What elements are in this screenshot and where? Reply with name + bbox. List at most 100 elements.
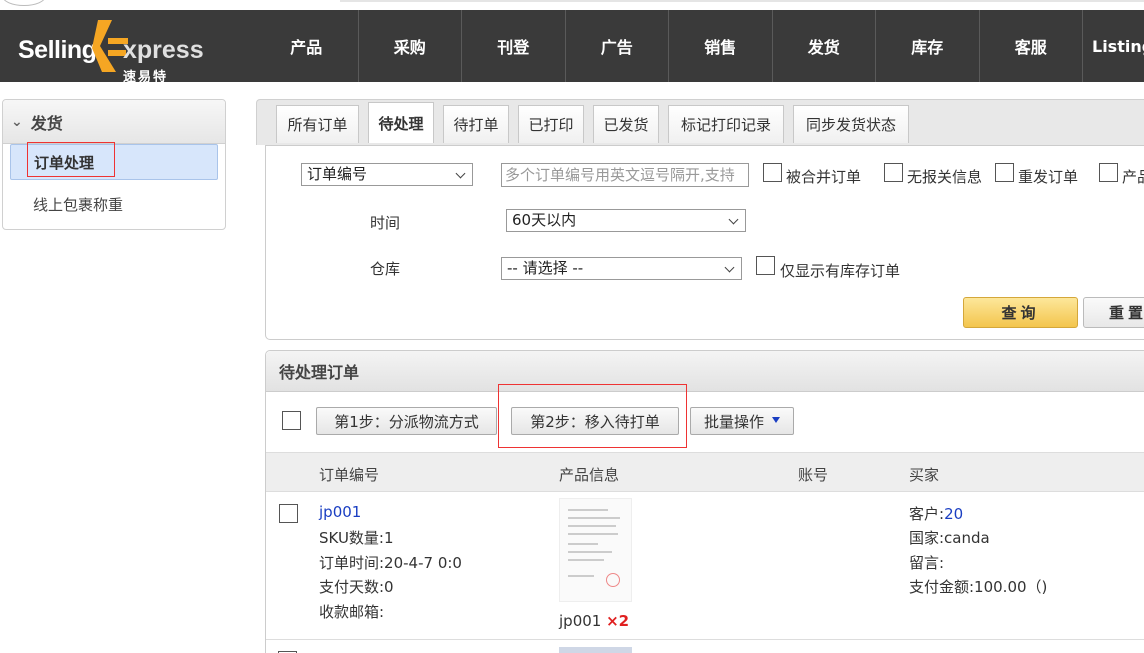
warehouse-select-value: -- 请选择 -- — [507, 259, 584, 277]
sidebar-item-label: 线上包裹称重 — [33, 195, 124, 214]
nav-item-customer-service[interactable]: 客服 — [980, 10, 1083, 82]
product-image[interactable] — [559, 647, 632, 653]
product-image-detail — [568, 525, 616, 527]
tab-pending[interactable]: 待处理 — [368, 102, 434, 143]
select-all-checkbox[interactable] — [282, 411, 301, 430]
payment-amount: 支付金额:100.00（) — [909, 578, 1048, 596]
nav-item-inventory[interactable]: 库存 — [876, 10, 980, 82]
tab-to-print[interactable]: 待打单 — [443, 105, 509, 143]
sidebar-section-shipping[interactable]: ⌄ 发货 — [3, 100, 225, 144]
product-image-detail — [568, 543, 598, 545]
browser-strip — [0, 0, 1144, 10]
tab-shipped[interactable]: 已发货 — [593, 105, 659, 143]
table-row: jp001 SKU数量:1 订单时间:20-4-7 0:0 支付天数:0 收款邮… — [266, 492, 1144, 640]
chevron-down-icon: ⌄ — [11, 113, 23, 130]
batch-actions-label: 批量操作 — [703, 412, 764, 431]
nav-item-shipping[interactable]: 发货 — [773, 10, 876, 82]
product-image-detail — [568, 575, 594, 577]
logo-subtitle: 速易特 — [123, 70, 169, 85]
warehouse-select[interactable]: -- 请选择 -- — [501, 257, 742, 280]
product-image-detail — [568, 509, 608, 511]
nav-item-listing[interactable]: Listing — [1083, 10, 1144, 82]
product-image-detail — [568, 551, 612, 553]
product-sku-text: jp001 — [559, 612, 602, 630]
no-customs-info-checkbox[interactable] — [884, 163, 903, 182]
product-label: 产品 — [1122, 168, 1144, 186]
product-image-stamp — [606, 573, 620, 587]
time-label: 时间 — [370, 214, 401, 232]
tab-mark-print-records[interactable]: 标记打印记录 — [668, 105, 784, 143]
pending-orders-title: 待处理订单 — [266, 351, 1144, 392]
merged-orders-checkbox[interactable] — [763, 163, 782, 182]
order-time: 订单时间:20-4-7 0:0 — [319, 554, 462, 572]
in-stock-only-label: 仅显示有库存订单 — [780, 262, 901, 280]
buyer-customer: 客户:20 — [909, 503, 963, 524]
assign-shipping-button[interactable]: 第1步：分派物流方式 — [316, 407, 497, 435]
orders-toolbar: 第1步：分派物流方式 第2步：移入待打单 批量操作 — [266, 384, 1144, 452]
nav-item-ads[interactable]: 广告 — [566, 10, 669, 82]
col-buyer: 买家 — [909, 466, 940, 484]
tab-printed[interactable]: 已打印 — [518, 105, 584, 143]
nav-item-sales[interactable]: 销售 — [669, 10, 773, 82]
order-field-select[interactable]: 订单编号 — [301, 163, 473, 186]
main-nav: 产品 采购 刊登 广告 销售 发货 库存 客服 Listing — [255, 10, 1144, 82]
query-button[interactable]: 查询 — [963, 297, 1078, 328]
row-checkbox[interactable] — [279, 504, 298, 523]
nav-item-listing-publish[interactable]: 刊登 — [462, 10, 566, 82]
col-order-number: 订单编号 — [319, 466, 380, 484]
col-account: 账号 — [798, 466, 829, 484]
chevron-down-icon — [455, 168, 466, 179]
filter-panel: 订单编号 多个订单编号用英文逗号隔开,支持 被合并订单 无报关信息 重发订单 产… — [265, 145, 1144, 340]
top-header: Selling xpress 速易特 产品 采购 刊登 广告 销售 发货 库存 … — [0, 10, 1144, 85]
resent-orders-label: 重发订单 — [1018, 168, 1079, 186]
tab-all-orders[interactable]: 所有订单 — [276, 105, 359, 143]
nav-item-products[interactable]: 产品 — [255, 10, 359, 82]
buyer-customer-link[interactable]: 20 — [944, 505, 963, 523]
browser-tab-edge — [2, 0, 46, 6]
product-image-detail — [568, 533, 618, 535]
col-product-info: 产品信息 — [559, 466, 620, 484]
product-image-detail — [568, 559, 604, 561]
product-quantity: ×2 — [606, 612, 630, 630]
buyer-message: 留言: — [909, 554, 945, 572]
sidebar-item-package-weighing[interactable]: 线上包裹称重 — [10, 186, 218, 222]
order-id-link[interactable]: jp001 — [319, 503, 361, 521]
chevron-down-icon — [724, 262, 735, 273]
payment-email: 收款邮箱: — [319, 603, 385, 621]
merged-orders-label: 被合并订单 — [786, 168, 862, 186]
highlight-box — [498, 384, 687, 448]
caret-down-icon — [772, 417, 780, 423]
order-number-input[interactable]: 多个订单编号用英文逗号隔开,支持 — [501, 163, 749, 187]
sidebar-item-order-processing[interactable]: 订单处理 — [10, 142, 218, 180]
logo-text-selling: Selling — [18, 36, 97, 64]
sidebar: ⌄ 发货 订单处理 线上包裹称重 — [2, 99, 226, 230]
browser-divider — [340, 0, 1144, 2]
product-image[interactable] — [559, 498, 632, 602]
no-customs-info-label: 无报关信息 — [907, 168, 983, 186]
chevron-down-icon — [728, 214, 739, 225]
time-range-value: 60天以内 — [512, 211, 577, 229]
orders-table-header: 订单编号 产品信息 账号 买家 — [266, 452, 1144, 492]
pending-orders-panel: 待处理订单 第1步：分派物流方式 第2步：移入待打单 批量操作 订单编号 产品信… — [265, 350, 1144, 653]
reset-button[interactable]: 重置 — [1083, 297, 1144, 328]
sellingexpress-logo[interactable]: Selling xpress 速易特 — [18, 18, 218, 85]
time-range-select[interactable]: 60天以内 — [506, 209, 746, 232]
in-stock-only-checkbox[interactable] — [756, 256, 775, 275]
sku-count: SKU数量:1 — [319, 529, 394, 547]
product-image-detail — [568, 517, 620, 519]
resent-orders-checkbox[interactable] — [995, 163, 1014, 182]
nav-item-purchase[interactable]: 采购 — [359, 10, 462, 82]
buyer-customer-label: 客户: — [909, 505, 945, 523]
logo-text-xpress: xpress — [123, 36, 204, 64]
pay-days: 支付天数:0 — [319, 578, 394, 596]
batch-actions-button[interactable]: 批量操作 — [690, 407, 794, 435]
product-checkbox[interactable] — [1099, 163, 1118, 182]
highlight-box — [27, 142, 115, 177]
warehouse-label: 仓库 — [370, 260, 401, 278]
sidebar-section-title: 发货 — [30, 113, 63, 133]
tab-sync-shipping-status[interactable]: 同步发货状态 — [793, 105, 909, 143]
order-field-select-value: 订单编号 — [307, 165, 368, 183]
product-sku: jp001 ×2 — [559, 612, 629, 630]
order-tabs: 所有订单 待处理 待打单 已打印 已发货 标记打印记录 同步发货状态 — [256, 99, 1144, 145]
buyer-country: 国家:canda — [909, 529, 990, 547]
